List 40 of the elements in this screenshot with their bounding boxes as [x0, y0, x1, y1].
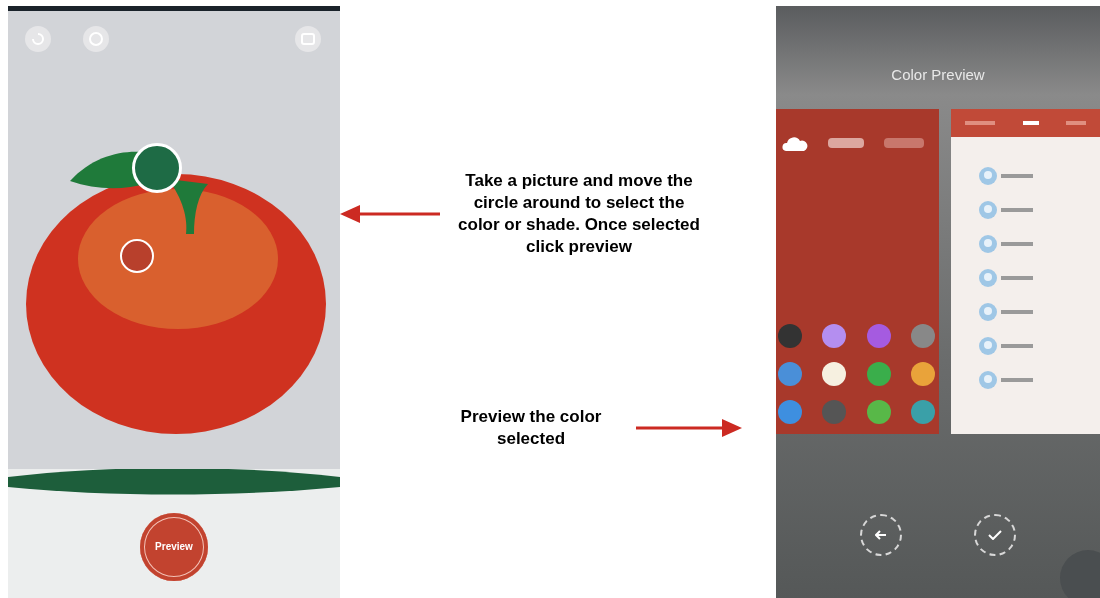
clock-text-bar	[828, 137, 864, 148]
avatar-icon	[979, 302, 998, 321]
app-icon	[822, 399, 847, 424]
screen-title: Color Preview	[891, 65, 985, 85]
contact-name-bar	[1001, 309, 1034, 314]
home-screen-preview[interactable]	[776, 108, 940, 434]
preview-button[interactable]: Preview	[140, 512, 208, 581]
date-text-bar	[884, 137, 924, 148]
app-icon	[866, 399, 891, 424]
annotation-text: Preview the color selected	[459, 406, 603, 450]
avatar-icon	[979, 336, 998, 355]
app-icon	[822, 323, 847, 348]
app-icon	[911, 323, 936, 348]
back-button[interactable]	[860, 513, 902, 556]
contact-name-bar	[1001, 173, 1034, 178]
contact-name-bar	[1001, 241, 1034, 246]
cloud-icon	[782, 134, 808, 151]
avatar-icon	[979, 234, 998, 253]
app-icon	[778, 399, 802, 424]
contact-name-bar	[1001, 377, 1034, 382]
app-icon	[778, 323, 802, 348]
back-arrow-icon	[875, 529, 887, 540]
app-icon	[866, 361, 891, 386]
app-icon	[866, 323, 891, 348]
annotation-text: Take a picture and move the circle around to select the color or shade. Once selected click preview	[457, 170, 701, 258]
app-icon	[822, 361, 847, 386]
avatar-icon	[979, 200, 998, 219]
avatar-icon	[979, 166, 998, 185]
avatar-icon	[979, 370, 998, 389]
app-icon	[778, 361, 802, 386]
app-icon	[911, 361, 936, 386]
rotate-icon	[24, 25, 52, 53]
check-icon	[988, 529, 1002, 540]
contacts-preview[interactable]	[951, 108, 1100, 434]
confirm-button[interactable]	[974, 513, 1016, 556]
avatar-icon	[979, 268, 998, 287]
app-icon	[911, 399, 936, 424]
contact-name-bar	[1001, 207, 1034, 212]
contact-name-bar	[1001, 343, 1034, 348]
contact-name-bar	[1001, 275, 1034, 280]
